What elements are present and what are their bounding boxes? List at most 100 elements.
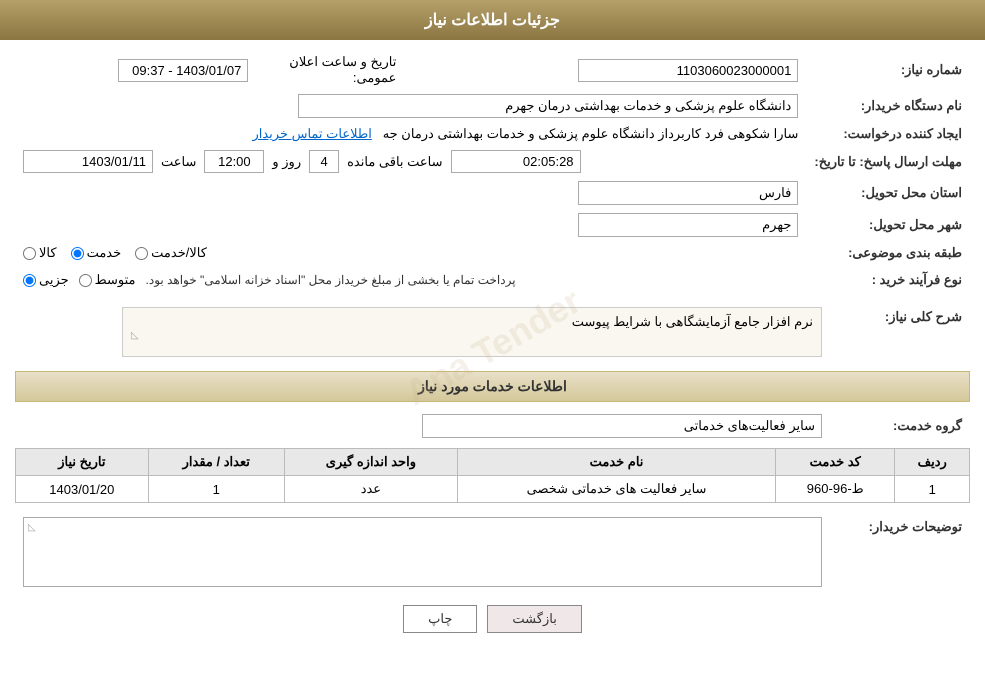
cell-date: 1403/01/20 [16, 476, 149, 503]
announce-date-value: 1403/01/07 - 09:37 [15, 50, 256, 90]
need-number-input: 1103060023000001 [578, 59, 798, 82]
row-province: استان محل تحویل: فارس [15, 177, 970, 209]
services-table: ردیف کد خدمت نام خدمت واحد اندازه گیری ت… [15, 448, 970, 503]
services-header-row: ردیف کد خدمت نام خدمت واحد اندازه گیری ت… [16, 449, 970, 476]
need-description-box: نرم افزار جامع آزمایشگاهی با شرایط پیوست… [122, 307, 822, 357]
resize-handle: ◺ [131, 330, 813, 341]
radio-kala-input[interactable] [23, 247, 36, 260]
col-service-code: کد خدمت [776, 449, 895, 476]
deadline-remaining-label: ساعت باقی مانده [347, 154, 442, 170]
cell-service_code: ط-96-960 [776, 476, 895, 503]
services-table-body: 1ط-96-960سایر فعالیت های خدماتی شخصیعدد1… [16, 476, 970, 503]
province-label: استان محل تحویل: [806, 177, 970, 209]
info-grid: شماره نیاز: 1103060023000001 تاریخ و ساع… [15, 50, 970, 295]
radio-kala[interactable]: کالا [23, 245, 57, 261]
purchase-type-row: پرداخت تمام یا بخشی از مبلغ خریداز محل "… [23, 269, 798, 291]
service-group-grid: گروه خدمت: سایر فعالیت‌های خدماتی [15, 410, 970, 442]
radio-jozi-input[interactable] [23, 274, 36, 287]
need-number-value: 1103060023000001 [416, 50, 806, 90]
row-deadline: مهلت ارسال پاسخ: تا تاریخ: 02:05:28 ساعت… [15, 146, 970, 177]
deadline-remaining-input: 02:05:28 [451, 150, 581, 173]
deadline-time-label: ساعت [161, 154, 196, 170]
need-description-text: نرم افزار جامع آزمایشگاهی با شرایط پیوست [572, 314, 813, 329]
radio-motavasset-input[interactable] [79, 274, 92, 287]
city-label: شهر محل تحویل: [806, 209, 970, 241]
radio-kala-khedmat[interactable]: کالا/خدمت [135, 245, 207, 261]
khedmat-label: خدمت [87, 245, 122, 261]
announce-date-label: تاریخ و ساعت اعلان عمومی: [256, 50, 416, 90]
main-content: Ana Tender شماره نیاز: 1103060023000001 … [0, 40, 985, 653]
buyer-org-label: نام دستگاه خریدار: [806, 90, 970, 122]
page-wrapper: جزئیات اطلاعات نیاز Ana Tender شماره نیا… [0, 0, 985, 691]
need-description-label-text: شرح کلی نیاز: [885, 309, 962, 324]
buyer-org-input: دانشگاه علوم پزشکی و خدمات بهداشتی درمان… [298, 94, 798, 118]
page-header: جزئیات اطلاعات نیاز [0, 0, 985, 40]
radio-jozi[interactable]: جزیی [23, 272, 69, 288]
purchase-type-value: پرداخت تمام یا بخشی از مبلغ خریداز محل "… [15, 265, 806, 295]
service-group-value-cell: سایر فعالیت‌های خدماتی [15, 410, 830, 442]
row-need-number: شماره نیاز: 1103060023000001 تاریخ و ساع… [15, 50, 970, 90]
row-creator: ایجاد کننده درخواست: سارا شکوهی فرد کارب… [15, 122, 970, 146]
cell-quantity: 1 [148, 476, 284, 503]
col-quantity: تعداد / مقدار [148, 449, 284, 476]
buyer-desc-label-text: توضیحات خریدار: [869, 519, 962, 534]
buyer-org-value: دانشگاه علوم پزشکی و خدمات بهداشتی درمان… [15, 90, 806, 122]
radio-kala-khedmat-input[interactable] [135, 247, 148, 260]
category-options: کالا/خدمت خدمت کالا [15, 241, 806, 265]
radio-khedmat-input[interactable] [71, 247, 84, 260]
deadline-value: 02:05:28 ساعت باقی مانده 4 روز و 12:00 س… [15, 146, 806, 177]
radio-motavasset[interactable]: متوسط [79, 272, 136, 288]
creator-label: ایجاد کننده درخواست: [806, 122, 970, 146]
deadline-days-input: 4 [309, 150, 339, 173]
services-table-header: ردیف کد خدمت نام خدمت واحد اندازه گیری ت… [16, 449, 970, 476]
deadline-row: 02:05:28 ساعت باقی مانده 4 روز و 12:00 س… [23, 150, 798, 173]
service-group-input: سایر فعالیت‌های خدماتی [422, 414, 822, 438]
print-button[interactable]: چاپ [403, 605, 477, 633]
need-description-label: شرح کلی نیاز: [830, 303, 970, 361]
kala-label: کالا [39, 245, 57, 261]
back-button[interactable]: بازگشت [487, 605, 581, 633]
row-purchase-type: نوع فرآیند خرید : پرداخت تمام یا بخشی از… [15, 265, 970, 295]
row-category: طبقه بندی موضوعی: کالا/خدمت خدمت کالا [15, 241, 970, 265]
need-description-value-cell: نرم افزار جامع آزمایشگاهی با شرایط پیوست… [15, 303, 830, 361]
row-buyer-org: نام دستگاه خریدار: دانشگاه علوم پزشکی و … [15, 90, 970, 122]
city-input: جهرم [578, 213, 798, 237]
cell-unit: عدد [284, 476, 457, 503]
cell-row_num: 1 [895, 476, 970, 503]
city-value: جهرم [15, 209, 806, 241]
deadline-date-input: 1403/01/11 [23, 150, 153, 173]
deadline-days-label: روز و [272, 154, 301, 170]
category-label: طبقه بندی موضوعی: [806, 241, 970, 265]
kala-khedmat-label: کالا/خدمت [151, 245, 207, 261]
creator-link[interactable]: اطلاعات تماس خریدار [252, 126, 371, 141]
row-need-description: شرح کلی نیاز: نرم افزار جامع آزمایشگاهی … [15, 303, 970, 361]
row-city: شهر محل تحویل: جهرم [15, 209, 970, 241]
table-row: 1ط-96-960سایر فعالیت های خدماتی شخصیعدد1… [16, 476, 970, 503]
creator-value: سارا شکوهی فرد کاربرداز دانشگاه علوم پزش… [15, 122, 806, 146]
description-grid: شرح کلی نیاز: نرم افزار جامع آزمایشگاهی … [15, 303, 970, 361]
deadline-time-input: 12:00 [204, 150, 264, 173]
radio-khedmat[interactable]: خدمت [71, 245, 122, 261]
row-service-group: گروه خدمت: سایر فعالیت‌های خدماتی [15, 410, 970, 442]
col-service-name: نام خدمت [457, 449, 775, 476]
announce-date-input: 1403/01/07 - 09:37 [118, 59, 248, 82]
category-radio-group: کالا/خدمت خدمت کالا [23, 245, 798, 261]
col-unit: واحد اندازه گیری [284, 449, 457, 476]
buyer-desc-grid: توضیحات خریدار: ◺ [15, 513, 970, 591]
cell-service_name: سایر فعالیت های خدماتی شخصی [457, 476, 775, 503]
province-value: فارس [15, 177, 806, 209]
jozi-label: جزیی [39, 272, 69, 288]
motavasset-label: متوسط [95, 272, 136, 288]
purchase-type-notice: پرداخت تمام یا بخشی از مبلغ خریداز محل "… [146, 269, 516, 291]
page-title: جزئیات اطلاعات نیاز [425, 12, 560, 29]
col-date: تاریخ نیاز [16, 449, 149, 476]
deadline-label: مهلت ارسال پاسخ: تا تاریخ: [806, 146, 970, 177]
buttons-row: بازگشت چاپ [15, 605, 970, 633]
buyer-desc-box[interactable]: ◺ [23, 517, 822, 587]
purchase-type-label: نوع فرآیند خرید : [806, 265, 970, 295]
col-row-num: ردیف [895, 449, 970, 476]
buyer-desc-label: توضیحات خریدار: [830, 513, 970, 591]
buyer-desc-resize: ◺ [28, 522, 817, 533]
creator-text: سارا شکوهی فرد کاربرداز دانشگاه علوم پزش… [383, 126, 799, 141]
service-group-label: گروه خدمت: [830, 410, 970, 442]
